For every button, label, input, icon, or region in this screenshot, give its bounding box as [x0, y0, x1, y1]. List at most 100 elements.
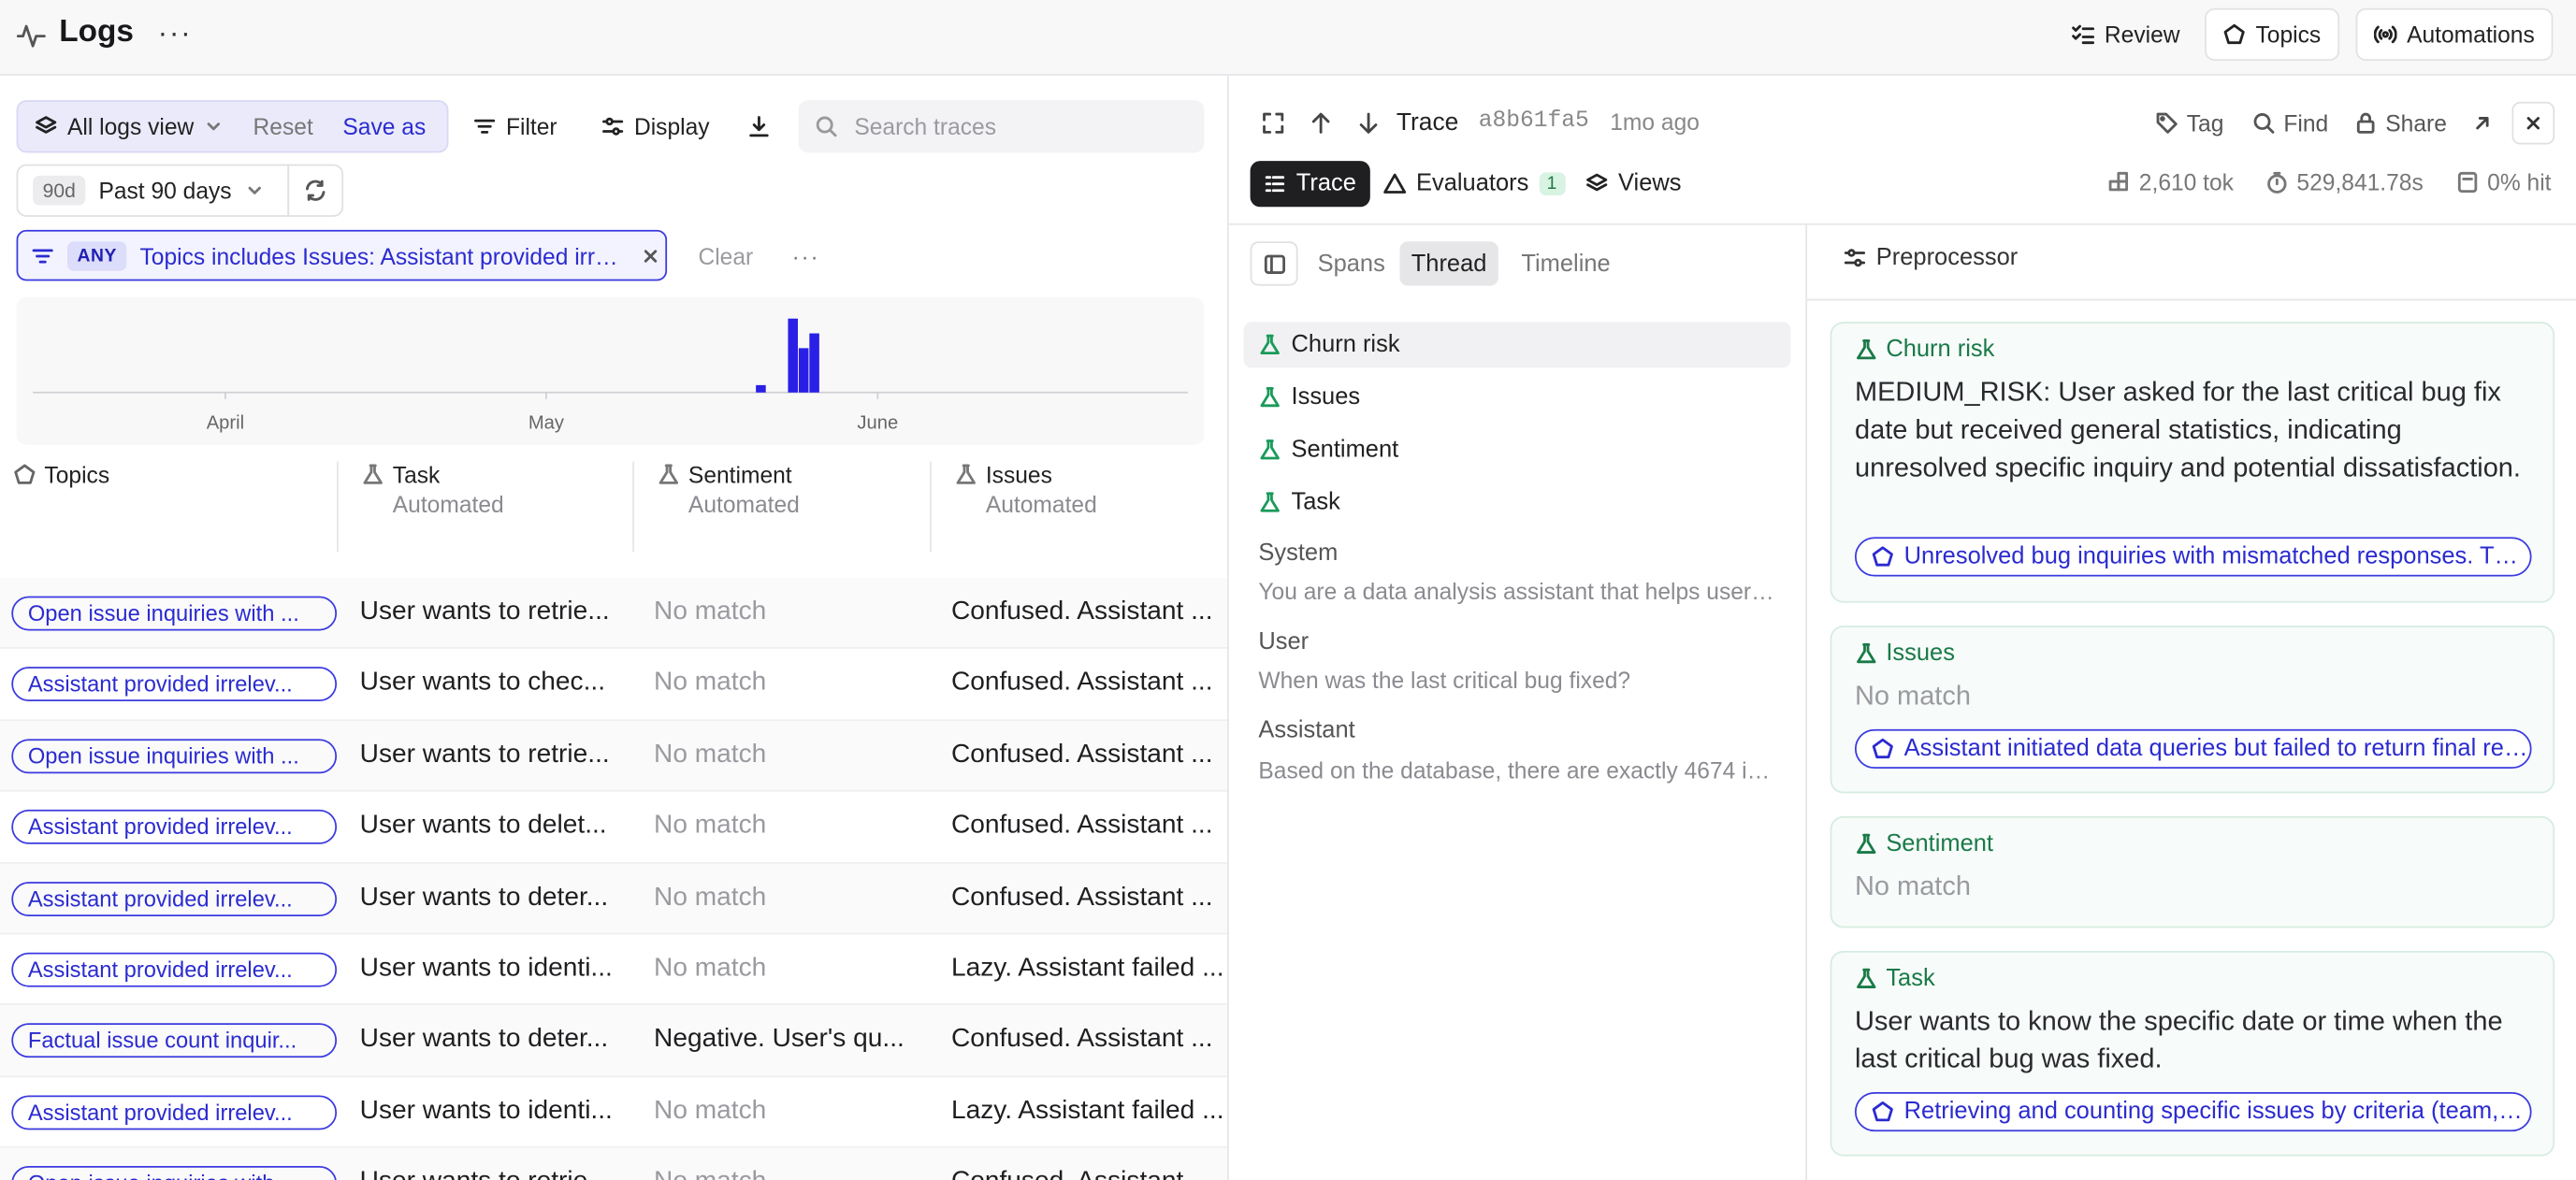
thread-item-churn-risk[interactable]: Churn risk — [1243, 322, 1791, 368]
table-header: Topics Task Automated Sentiment Automate… — [0, 461, 1227, 554]
automations-button[interactable]: Automations — [2355, 7, 2554, 61]
find-label: Find — [2283, 109, 2329, 137]
column-label: Task — [392, 461, 441, 488]
task-cell: User wants to retrie... — [359, 597, 610, 626]
column-sentiment[interactable]: Sentiment Automated — [658, 462, 800, 554]
range-label: Past 90 days — [98, 177, 232, 204]
share-button[interactable]: Share — [2354, 105, 2447, 141]
card-churn-risk[interactable]: Churn risk MEDIUM_RISK: User asked for t… — [1830, 322, 2555, 603]
tab-evaluators[interactable]: Evaluators 1 — [1370, 161, 1578, 207]
sentiment-cell: No match — [654, 954, 767, 983]
table-row[interactable]: Assistant provided irrelev... User wants … — [0, 792, 1228, 864]
expand-icon[interactable] — [1262, 111, 1285, 135]
refresh-button[interactable] — [287, 164, 344, 217]
task-cell: User wants to retrie... — [359, 740, 610, 769]
topic-pill[interactable]: Assistant provided irrelev... — [11, 952, 338, 987]
logs-panel: All logs view Reset Save as Filter Displ… — [0, 76, 1228, 1180]
column-topics[interactable]: Topics — [13, 462, 109, 554]
histogram-bar[interactable] — [798, 348, 809, 393]
more-filter-options-icon[interactable]: ··· — [792, 230, 820, 281]
task-cell: User wants to deter... — [359, 883, 609, 912]
message-text-system[interactable]: You are a data analysis assistant that h… — [1258, 578, 1777, 604]
flask-icon — [1258, 386, 1281, 410]
arrow-down-icon[interactable] — [1357, 111, 1381, 135]
issues-cell: Confused. Assistant ... — [950, 1025, 1213, 1054]
toggle-sidebar-button[interactable] — [1250, 241, 1298, 286]
tab-views[interactable]: Views — [1572, 161, 1695, 207]
active-filter-chip[interactable]: ANY Topics includes Issues: Assistant pr… — [16, 229, 668, 281]
table-row[interactable]: Factual issue count inquir... User wants … — [0, 1005, 1228, 1077]
download-button[interactable] — [747, 100, 771, 152]
card-body: MEDIUM_RISK: User asked for the last cri… — [1854, 377, 2522, 483]
sentiment-cell: No match — [654, 883, 767, 912]
close-trace-button[interactable] — [2511, 101, 2555, 145]
subtab-thread[interactable]: Thread — [1399, 241, 1498, 286]
topic-pill[interactable]: Open issue inquiries with ... — [11, 738, 338, 773]
column-task[interactable]: Task Automated — [361, 461, 504, 554]
table-row[interactable]: Open issue inquiries with ... User wants … — [0, 1147, 1228, 1180]
card-task[interactable]: Task User wants to know the specific dat… — [1830, 950, 2555, 1157]
flask-icon — [1855, 832, 1878, 856]
trace-id[interactable]: a8b61fa5 — [1479, 108, 1589, 135]
topic-pill[interactable]: Unresolved bug inquiries with mismatched… — [1854, 537, 2532, 577]
close-icon[interactable] — [641, 246, 660, 266]
histogram-bar[interactable] — [809, 333, 819, 393]
subtab-spans[interactable]: Spans — [1306, 241, 1397, 285]
filter-label: Filter — [505, 113, 557, 140]
external-link-icon[interactable] — [2472, 113, 2492, 133]
column-issues[interactable]: Issues Automated — [954, 462, 1097, 554]
arrow-up-icon[interactable] — [1310, 111, 1333, 135]
review-label: Review — [2104, 21, 2180, 48]
subtab-timeline[interactable]: Timeline — [1510, 241, 1622, 285]
view-selector[interactable]: All logs view — [18, 113, 224, 139]
pentagon-icon — [13, 463, 36, 486]
reset-button[interactable]: Reset — [253, 113, 313, 139]
column-divider — [632, 461, 634, 553]
more-options-icon[interactable]: ··· — [158, 17, 193, 51]
table-row[interactable]: Open issue inquiries with ... User wants … — [0, 720, 1228, 792]
topic-pill[interactable]: Retrieving and counting specific issues … — [1854, 1091, 2532, 1132]
hit-value: 0% hit — [2487, 168, 2552, 196]
clear-filters-button[interactable]: Clear — [698, 230, 753, 281]
thread-item-sentiment[interactable]: Sentiment — [1244, 427, 1791, 473]
histogram-bar[interactable] — [756, 384, 766, 393]
flask-icon — [1258, 439, 1281, 462]
topic-pill[interactable]: Assistant initiated data queries but fai… — [1854, 728, 2532, 769]
topic-pill[interactable]: Open issue inquiries with ... — [11, 596, 338, 631]
save-as-button[interactable]: Save as — [342, 113, 426, 139]
x-tick-label: May — [528, 412, 565, 433]
topic-pill[interactable]: Factual issue count inquir... — [11, 1023, 338, 1058]
tag-button[interactable]: Tag — [2155, 105, 2223, 141]
table-row[interactable]: Open issue inquiries with ... User wants … — [0, 578, 1228, 650]
search-input[interactable] — [854, 113, 1167, 140]
table-row[interactable]: Assistant provided irrelev... User wants … — [0, 649, 1228, 721]
card-issues[interactable]: Issues No match Assistant initiated data… — [1830, 626, 2555, 794]
thread-item-task[interactable]: Task — [1244, 480, 1791, 525]
thread-item-issues[interactable]: Issues — [1244, 374, 1791, 420]
message-text-assistant[interactable]: Based on the database, there are exactly… — [1258, 757, 1777, 784]
topic-pill[interactable]: Open issue inquiries with ... — [11, 1166, 338, 1180]
table-row[interactable]: Assistant provided irrelev... User wants … — [0, 934, 1228, 1006]
date-range-selector[interactable]: 90d Past 90 days — [16, 164, 290, 217]
issues-cell: Lazy. Assistant failed ... — [950, 1096, 1224, 1125]
review-button[interactable]: Review — [2053, 8, 2197, 61]
message-text-user[interactable]: When was the last critical bug fixed? — [1258, 667, 1777, 693]
topic-pill[interactable]: Assistant provided irrelev... — [11, 667, 338, 702]
tab-trace[interactable]: Trace — [1250, 161, 1369, 208]
table-row[interactable]: Assistant provided irrelev... User wants … — [0, 863, 1228, 935]
duration-value: 529,841.78s — [2296, 168, 2424, 196]
topic-pill[interactable]: Assistant provided irrelev... — [11, 810, 338, 845]
topics-button[interactable]: Topics — [2205, 7, 2339, 61]
x-tick-label: June — [857, 412, 898, 433]
histogram-bar[interactable] — [788, 318, 798, 393]
card-sentiment[interactable]: Sentiment No match — [1830, 815, 2555, 928]
table-row[interactable]: Assistant provided irrelev... User wants … — [0, 1077, 1228, 1148]
topic-pill[interactable]: Assistant provided irrelev... — [11, 881, 338, 916]
filter-button[interactable]: Filter — [473, 100, 557, 152]
topic-pill[interactable]: Assistant provided irrelev... — [11, 1095, 338, 1130]
token-count: 2,610 tok — [2107, 169, 2234, 195]
find-button[interactable]: Find — [2252, 105, 2328, 141]
column-sublabel: Automated — [687, 491, 800, 518]
sliders-icon — [1844, 246, 1867, 269]
display-button[interactable]: Display — [601, 100, 710, 152]
